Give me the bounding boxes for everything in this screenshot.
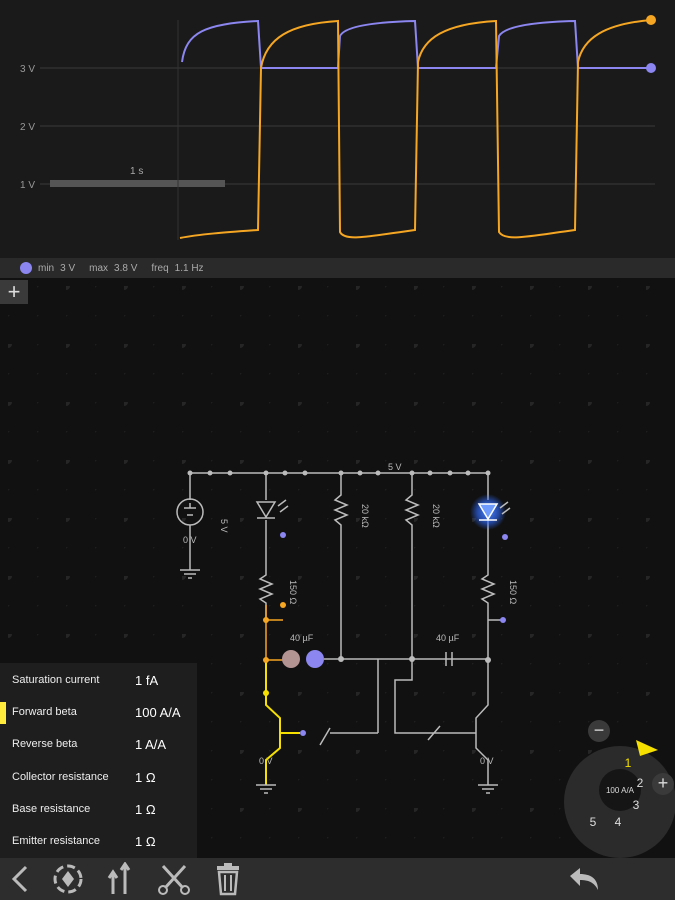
property-row-emitter-resistance[interactable]: Emitter resistance 1 Ω xyxy=(0,825,197,857)
property-name: Forward beta xyxy=(12,706,77,718)
cut-icon xyxy=(158,864,190,895)
left-capacitor-minus-icon[interactable] xyxy=(306,650,324,668)
property-value: 1 fA xyxy=(135,672,159,688)
right-resistor-label: 150 Ω xyxy=(508,580,518,605)
flip-icon xyxy=(107,862,131,894)
property-value: 1 A/A xyxy=(135,736,167,752)
cut-button[interactable] xyxy=(156,862,192,896)
middle-resistor-1-label: 20 kΩ xyxy=(360,504,370,528)
time-scale-bar xyxy=(50,180,225,187)
property-row-forward-beta[interactable]: Forward beta 100 A/A xyxy=(0,696,197,728)
orange-trace-endpoint xyxy=(646,15,656,25)
left-resistor-label: 150 Ω xyxy=(288,580,298,605)
scope-info-bar: min 3 V max 3.8 V freq 1.1 Hz xyxy=(0,258,675,278)
y-label-2v: 2 V xyxy=(20,122,35,133)
property-name: Base resistance xyxy=(12,803,91,815)
add-scope-button[interactable]: + xyxy=(0,280,28,304)
left-capacitor-plus-icon[interactable] xyxy=(282,650,300,668)
dial-center-value: 100 A/A xyxy=(606,786,635,795)
undo-button[interactable] xyxy=(566,862,602,896)
orange-trace xyxy=(179,19,652,239)
property-row-collector-resistance[interactable]: Collector resistance 1 Ω xyxy=(0,761,197,793)
property-value: 1 Ω xyxy=(135,833,156,849)
dial-increment-button[interactable]: + xyxy=(652,773,674,795)
min-value: 3 V xyxy=(60,262,76,274)
dial-number-5[interactable]: 5 xyxy=(590,815,597,829)
dial-number-4[interactable]: 4 xyxy=(615,815,622,829)
rotate-button[interactable] xyxy=(50,862,86,896)
ground-label-source: 0 V xyxy=(183,535,197,545)
min-label: min xyxy=(38,262,55,274)
property-row-base-resistance[interactable]: Base resistance 1 Ω xyxy=(0,793,197,825)
max-label: max xyxy=(89,262,109,274)
trace-color-dot[interactable] xyxy=(20,262,32,274)
property-value: 1 Ω xyxy=(135,801,156,817)
left-capacitor-label: 40 µF xyxy=(290,633,314,643)
time-scale-label: 1 s xyxy=(130,166,143,177)
undo-icon xyxy=(570,868,598,890)
dial-number-2[interactable]: 2 xyxy=(637,776,644,790)
delete-button[interactable] xyxy=(210,862,246,896)
max-value: 3.8 V xyxy=(114,262,138,274)
back-button[interactable] xyxy=(2,862,38,896)
property-name: Reverse beta xyxy=(12,738,78,750)
freq-label: freq xyxy=(151,262,169,274)
bottom-toolbar xyxy=(0,858,675,900)
flip-button[interactable] xyxy=(102,862,138,896)
oscilloscope-panel[interactable]: 3 V 2 V 1 V 1 s xyxy=(0,0,675,258)
rotate-icon xyxy=(53,864,83,894)
property-row-saturation-current[interactable]: Saturation current 1 fA xyxy=(0,664,197,696)
property-name: Saturation current xyxy=(12,674,100,686)
freq-value: 1.1 Hz xyxy=(174,262,204,274)
dial-number-3[interactable]: 3 xyxy=(633,798,640,812)
property-value: 1 Ω xyxy=(135,769,156,785)
properties-panel: Saturation current 1 fA Forward beta 100… xyxy=(0,663,197,858)
property-name: Collector resistance xyxy=(12,771,109,783)
property-value: 100 A/A xyxy=(135,704,181,720)
dial-decrement-button[interactable]: − xyxy=(588,720,610,742)
middle-resistor-2-label: 20 kΩ xyxy=(431,504,441,528)
ground-label-right: 0 V xyxy=(480,756,494,766)
source-label: 5 V xyxy=(219,519,229,533)
y-label-3v: 3 V xyxy=(20,64,35,75)
purple-trace-endpoint xyxy=(646,63,656,73)
y-label-1v: 1 V xyxy=(20,180,35,191)
selection-indicator xyxy=(0,702,6,724)
back-icon xyxy=(11,865,28,893)
value-dial[interactable]: 100 A/A 1 2 3 4 5 xyxy=(558,740,675,858)
delete-icon xyxy=(217,863,239,896)
ground-label-left: 0 V xyxy=(259,756,273,766)
supply-rail-label: 5 V xyxy=(388,462,402,472)
property-row-reverse-beta[interactable]: Reverse beta 1 A/A xyxy=(0,728,197,760)
dial-number-1[interactable]: 1 xyxy=(625,756,632,770)
right-capacitor-label: 40 µF xyxy=(436,633,460,643)
purple-trace xyxy=(181,19,651,69)
oscilloscope-plot: 3 V 2 V 1 V 1 s xyxy=(20,15,656,240)
property-name: Emitter resistance xyxy=(12,835,101,847)
